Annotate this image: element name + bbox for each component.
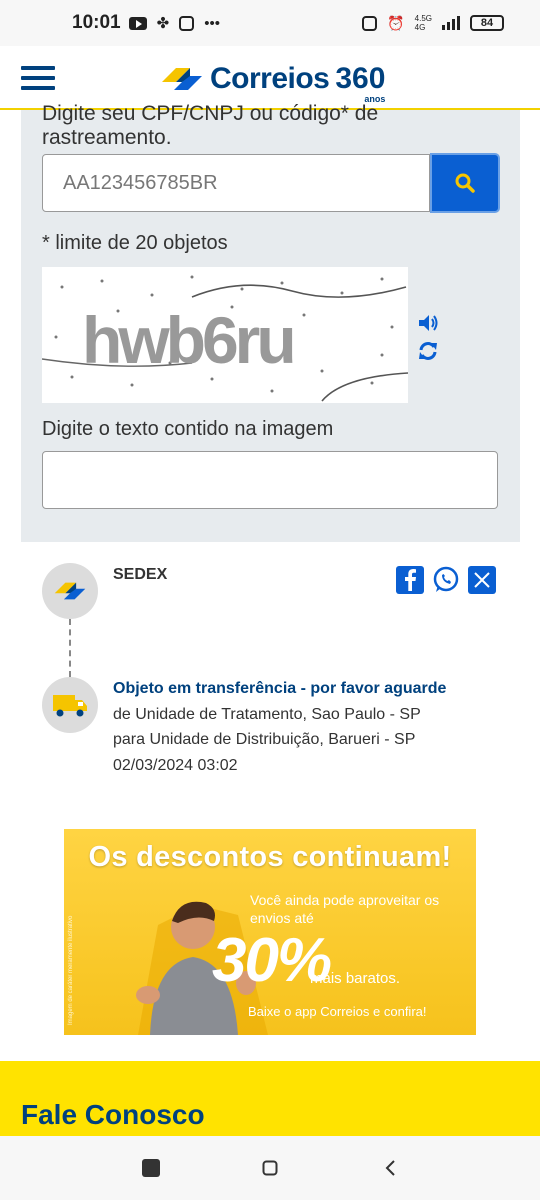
captcha-label: Digite o texto contido na imagem bbox=[42, 418, 334, 440]
recent-apps-icon[interactable] bbox=[141, 1158, 161, 1178]
banner-cheaper: mais baratos. bbox=[310, 970, 401, 987]
banner-disclaimer: Imagem de caráter meramente ilustrativo bbox=[68, 915, 74, 1025]
youtube-icon bbox=[128, 16, 147, 30]
network-type: 4.5G bbox=[414, 14, 432, 23]
x-share-button[interactable] bbox=[468, 566, 496, 594]
captcha-input[interactable] bbox=[42, 451, 498, 509]
event-title: Objeto em transferência - por favor agua… bbox=[113, 680, 447, 697]
brand-name: Correios bbox=[210, 62, 330, 95]
tracking-result: SEDEX Objeto em transferência - por favo… bbox=[0, 542, 540, 802]
app-header: Correios 360 anos bbox=[0, 46, 540, 110]
refresh-captcha-icon[interactable] bbox=[417, 340, 439, 362]
alarm-icon: ⏰ bbox=[387, 14, 405, 31]
instagram-icon bbox=[179, 15, 195, 31]
facebook-share-button[interactable] bbox=[396, 566, 424, 594]
whatsapp-share-button[interactable] bbox=[432, 566, 460, 594]
menu-icon[interactable] bbox=[21, 66, 55, 90]
search-row bbox=[42, 153, 500, 213]
contact-heading[interactable]: Fale Conosco bbox=[21, 1099, 205, 1131]
back-icon[interactable] bbox=[384, 1159, 396, 1177]
captcha-image: hwb6ru bbox=[42, 267, 408, 403]
search-hint: Digite seu CPF/CNPJ ou código* de rastre… bbox=[42, 102, 379, 149]
pinwheel-icon: ✤ bbox=[156, 15, 170, 32]
correios-logo-icon bbox=[162, 68, 202, 90]
timeline-connector bbox=[69, 619, 71, 677]
carrier-name: SEDEX bbox=[113, 566, 168, 583]
event-from: de Unidade de Tratamento, Sao Paulo - SP bbox=[113, 706, 421, 723]
anniversary-badge: 360 anos bbox=[335, 62, 386, 104]
audio-captcha-icon[interactable] bbox=[417, 312, 439, 334]
nfc-icon bbox=[362, 15, 378, 31]
footer: Fale Conosco bbox=[0, 1061, 540, 1136]
correios-logo-icon bbox=[54, 582, 86, 600]
status-bar: 10:01 ✤ ••• ⏰ 4.5G 4G 84 bbox=[0, 0, 540, 46]
tracking-search-panel: Digite seu CPF/CNPJ ou código* de rastre… bbox=[21, 102, 520, 542]
home-icon[interactable] bbox=[262, 1160, 278, 1176]
captcha-text: hwb6ru bbox=[82, 303, 293, 377]
tracking-code-input[interactable] bbox=[42, 154, 430, 212]
signal-icon bbox=[442, 16, 460, 30]
event-avatar bbox=[42, 677, 98, 733]
search-button[interactable] bbox=[430, 153, 500, 213]
banner-line1: Você ainda pode aproveitar os envios até bbox=[250, 892, 440, 926]
banner-title: Os descontos continuam! bbox=[88, 841, 452, 873]
more-notifications-icon: ••• bbox=[204, 14, 220, 32]
battery-icon: 84 bbox=[470, 15, 504, 31]
promo-banner[interactable]: Os descontos continuam! Você ainda pode … bbox=[64, 829, 476, 1035]
search-icon bbox=[455, 173, 475, 193]
captcha-tools bbox=[417, 312, 439, 362]
system-nav-bar bbox=[0, 1136, 540, 1200]
x-icon bbox=[474, 572, 490, 588]
facebook-icon bbox=[405, 569, 416, 591]
whatsapp-icon bbox=[433, 566, 459, 592]
event-to: para Unidade de Distribuição, Barueri - … bbox=[113, 731, 416, 748]
correios-logo[interactable]: Correios 360 anos bbox=[160, 56, 386, 104]
limit-note: * limite de 20 objetos bbox=[42, 232, 228, 254]
banner-cta: Baixe o app Correios e confira! bbox=[248, 1004, 427, 1019]
clock: 10:01 bbox=[72, 12, 121, 33]
carrier-avatar bbox=[42, 563, 98, 619]
event-datetime: 02/03/2024 03:02 bbox=[113, 757, 238, 774]
truck-icon bbox=[53, 695, 87, 717]
network-subtype: 4G bbox=[414, 23, 426, 32]
share-buttons bbox=[396, 566, 496, 594]
